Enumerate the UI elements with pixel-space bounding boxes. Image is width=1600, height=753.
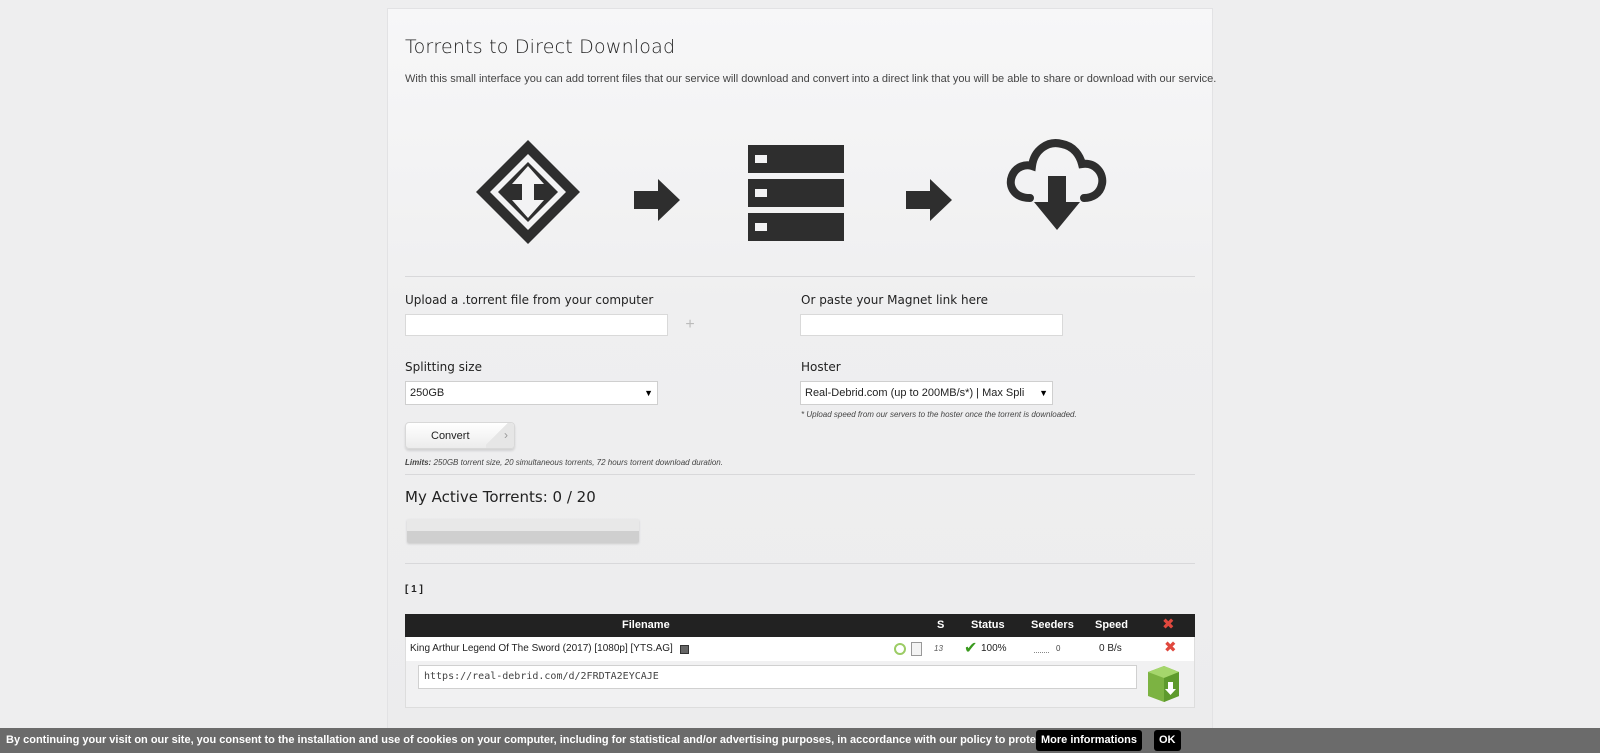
delete-torrent-icon[interactable]: ✖	[1164, 640, 1177, 655]
server-icon	[748, 145, 844, 241]
info-icon[interactable]	[680, 645, 689, 654]
torrent-speed: 0 B/s	[1099, 643, 1122, 654]
column-seeders: Seeders	[1031, 619, 1074, 631]
download-link-field[interactable]: https://real-debrid.com/d/2FRDTA2EYCAJE	[418, 665, 1137, 689]
hoster-select[interactable]: Real-Debrid.com (up to 200MB/s*) | Max S…	[800, 381, 1053, 405]
column-filename: Filename	[622, 619, 670, 631]
refresh-icon[interactable]	[894, 643, 906, 655]
hoster-label: Hoster	[801, 360, 841, 374]
intro-text: With this small interface you can add to…	[405, 73, 1217, 85]
convert-label: Convert	[431, 430, 470, 442]
torrent-seeders: 0	[1056, 644, 1061, 653]
torrent-table-header: Filename S Status Seeders Speed ✖	[405, 614, 1195, 637]
divider	[405, 474, 1195, 475]
splitting-size-value: 250GB	[410, 387, 445, 399]
splitting-size-label: Splitting size	[405, 360, 482, 374]
torrent-status: 100%	[981, 643, 1007, 654]
torrent-icon	[476, 140, 580, 244]
plus-icon[interactable]: +	[683, 317, 697, 333]
divider	[405, 276, 1195, 277]
upload-label: Upload a .torrent file from your compute…	[405, 293, 654, 307]
hoster-note: * Upload speed from our servers to the h…	[801, 410, 1077, 419]
more-informations-button[interactable]: More informations	[1036, 730, 1142, 751]
splitting-size-select[interactable]: 250GB ▼	[405, 381, 658, 405]
delete-all-icon[interactable]: ✖	[1162, 617, 1175, 632]
file-list-icon[interactable]	[911, 642, 922, 656]
torrent-detail-row: https://real-debrid.com/d/2FRDTA2EYCAJE	[405, 661, 1195, 708]
hoster-value: Real-Debrid.com (up to 200MB/s*) | Max S…	[805, 387, 1025, 399]
convert-button[interactable]: Convert ›	[405, 422, 515, 449]
dropdown-arrow-icon: ▼	[644, 388, 653, 398]
column-status: Status	[971, 619, 1005, 631]
magnet-label: Or paste your Magnet link here	[801, 293, 989, 307]
column-s: S	[937, 619, 945, 631]
check-icon: ✔	[964, 640, 978, 657]
limits-text: 250GB torrent size, 20 simultaneous torr…	[433, 458, 723, 467]
column-speed: Speed	[1095, 619, 1129, 631]
arrow-icon: ›	[486, 423, 514, 448]
active-torrents-title: My Active Torrents: 0 / 20	[405, 488, 596, 506]
dropdown-arrow-icon: ▼	[1039, 388, 1048, 398]
torrent-file-input[interactable]	[405, 314, 668, 336]
cookie-message: By continuing your visit on our site, yo…	[6, 734, 1115, 746]
table-row: King Arthur Legend Of The Sword (2017) […	[405, 637, 1195, 661]
torrent-s-value: 13	[934, 644, 943, 653]
active-torrents-progress-bar	[407, 519, 639, 543]
seeders-bar	[1034, 651, 1049, 653]
arrow-right-icon	[906, 179, 952, 221]
arrow-right-icon	[634, 179, 680, 221]
cloud-download-icon	[1006, 139, 1107, 230]
divider	[405, 563, 1195, 564]
torrent-filename: King Arthur Legend Of The Sword (2017) […	[410, 643, 673, 654]
page-title: Torrents to Direct Download	[405, 36, 676, 58]
limits-label: Limits:	[405, 458, 432, 467]
pagination[interactable]: [ 1 ]	[405, 584, 423, 595]
cookie-consent-bar: By continuing your visit on our site, yo…	[0, 728, 1600, 753]
magnet-link-input[interactable]	[800, 314, 1063, 336]
cookie-ok-button[interactable]: OK	[1154, 730, 1181, 751]
download-box-icon[interactable]	[1144, 664, 1182, 704]
limits-note: Limits: 250GB torrent size, 20 simultane…	[405, 458, 723, 467]
